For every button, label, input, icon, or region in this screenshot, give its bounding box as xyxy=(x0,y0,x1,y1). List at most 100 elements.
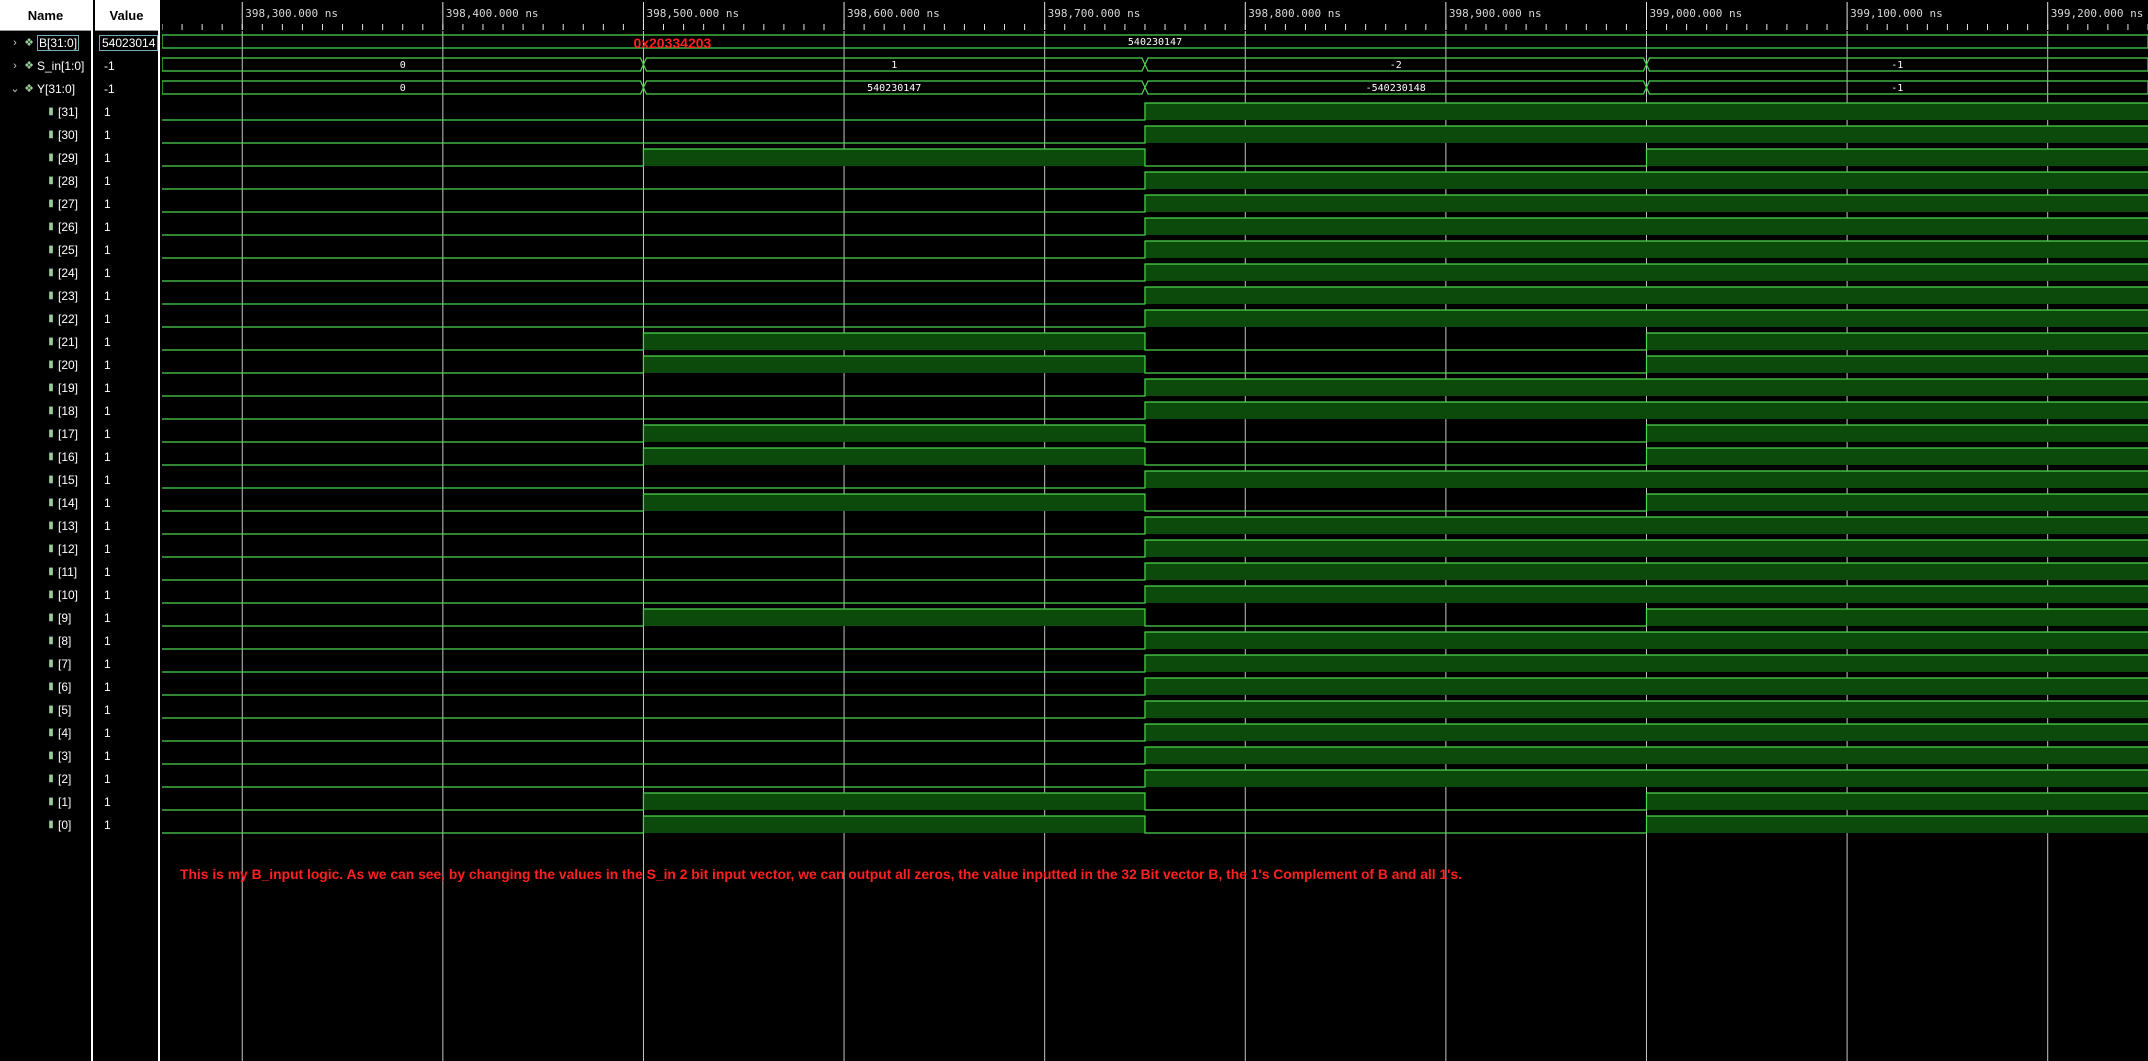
bit-high-fill xyxy=(1646,494,2148,511)
signal-row-bit[interactable]: ▮ [28] xyxy=(0,169,91,192)
signal-row-bit[interactable]: ▮ [6] xyxy=(0,675,91,698)
signal-value-row[interactable]: 1 xyxy=(95,468,158,491)
signal-value-row[interactable]: 1 xyxy=(95,123,158,146)
signal-row-bit[interactable]: ▮ [27] xyxy=(0,192,91,215)
name-column-header[interactable]: Name xyxy=(0,0,91,31)
signal-value-row[interactable]: 1 xyxy=(95,284,158,307)
signal-row-bit[interactable]: ▮ [2] xyxy=(0,767,91,790)
signal-row-bit[interactable]: ▮ [7] xyxy=(0,652,91,675)
signal-row-bus[interactable]: › ❖ B[31:0] xyxy=(0,31,91,54)
value-column: Value 54023014 -1 -1 1 1 1 1 1 1 1 1 1 1 1 1 1 1 1 1 1 1 1 1 1 1… xyxy=(95,0,160,1061)
signal-row-bit[interactable]: ▮ [4] xyxy=(0,721,91,744)
signal-value-row[interactable]: 1 xyxy=(95,606,158,629)
bit-high-fill xyxy=(1646,770,2148,787)
signal-row-bit[interactable]: ▮ [25] xyxy=(0,238,91,261)
signal-value-row[interactable]: 1 xyxy=(95,261,158,284)
signal-row-bit[interactable]: ▮ [0] xyxy=(0,813,91,836)
signal-value-row[interactable]: 1 xyxy=(95,146,158,169)
signal-row-bus[interactable]: ⌄ ❖ Y[31:0] xyxy=(0,77,91,100)
signal-value-row[interactable]: 1 xyxy=(95,238,158,261)
signal-value: 1 xyxy=(104,127,111,142)
signal-row-bit[interactable]: ▮ [22] xyxy=(0,307,91,330)
bit-signal-icon: ▮ xyxy=(48,727,54,738)
signal-row-bit[interactable]: ▮ [14] xyxy=(0,491,91,514)
signal-value: 1 xyxy=(104,702,111,717)
signal-row-bit[interactable]: ▮ [11] xyxy=(0,560,91,583)
signal-value-row[interactable]: 54023014 xyxy=(95,31,159,54)
signal-value-row[interactable]: 1 xyxy=(95,399,158,422)
signal-row-bit[interactable]: ▮ [24] xyxy=(0,261,91,284)
signal-row-bit[interactable]: ▮ [8] xyxy=(0,629,91,652)
bit-high-fill xyxy=(643,494,1145,511)
signal-row-bit[interactable]: ▮ [1] xyxy=(0,790,91,813)
signal-row-bit[interactable]: ▮ [15] xyxy=(0,468,91,491)
signal-value-row[interactable]: 1 xyxy=(95,376,158,399)
waveform-canvas[interactable]: 398,300.000 ns 398,400.000 ns 398,500.000 … xyxy=(162,0,2148,1061)
signal-row-bit[interactable]: ▮ [18] xyxy=(0,399,91,422)
bit-high-fill xyxy=(1144,517,1647,534)
signal-value-row[interactable]: 1 xyxy=(95,652,158,675)
signal-row-bit[interactable]: ▮ [19] xyxy=(0,376,91,399)
chevron-right-icon[interactable]: › xyxy=(9,37,21,49)
signal-row-bit[interactable]: ▮ [10] xyxy=(0,583,91,606)
signal-value-row[interactable]: 1 xyxy=(95,307,158,330)
signal-row-bit[interactable]: ▮ [21] xyxy=(0,330,91,353)
signal-value-row[interactable]: 1 xyxy=(95,330,158,353)
signal-value-row[interactable]: 1 xyxy=(95,514,158,537)
signal-value-row[interactable]: 1 xyxy=(95,422,158,445)
signal-value-row[interactable]: 1 xyxy=(95,813,158,836)
signal-name: [18] xyxy=(58,403,79,418)
signal-value-row[interactable]: 1 xyxy=(95,491,158,514)
signal-value-row[interactable]: 1 xyxy=(95,744,158,767)
signal-value: 1 xyxy=(104,219,111,234)
bit-signal-icon: ▮ xyxy=(48,658,54,669)
signal-row-bit[interactable]: ▮ [31] xyxy=(0,100,91,123)
signal-value-row[interactable]: 1 xyxy=(95,767,158,790)
value-column-header[interactable]: Value xyxy=(95,0,158,31)
bus-signal-icon: ❖ xyxy=(24,83,34,95)
bit-high-fill xyxy=(643,149,1145,166)
bit-signal-icon: ▮ xyxy=(48,152,54,163)
signal-row-bit[interactable]: ▮ [30] xyxy=(0,123,91,146)
signal-row-bus[interactable]: › ❖ S_in[1:0] xyxy=(0,54,91,77)
bit-signal-icon: ▮ xyxy=(48,405,54,416)
signal-value-row[interactable]: 1 xyxy=(95,790,158,813)
signal-value-row[interactable]: 1 xyxy=(95,721,158,744)
signal-name: [19] xyxy=(58,380,79,395)
signal-row-bit[interactable]: ▮ [3] xyxy=(0,744,91,767)
signal-value-row[interactable]: 1 xyxy=(95,698,158,721)
chevron-down-icon[interactable]: ⌄ xyxy=(9,82,21,95)
signal-value: 1 xyxy=(104,748,111,763)
signal-row-bit[interactable]: ▮ [5] xyxy=(0,698,91,721)
signal-row-bit[interactable]: ▮ [17] xyxy=(0,422,91,445)
signal-row-bit[interactable]: ▮ [9] xyxy=(0,606,91,629)
signal-value-row[interactable]: 1 xyxy=(95,215,158,238)
bit-high-fill xyxy=(1646,218,2148,235)
signal-row-bit[interactable]: ▮ [13] xyxy=(0,514,91,537)
signal-value-row[interactable]: 1 xyxy=(95,629,158,652)
signal-row-bit[interactable]: ▮ [16] xyxy=(0,445,91,468)
signal-value: 1 xyxy=(104,242,111,257)
signal-value-row[interactable]: 1 xyxy=(95,560,158,583)
signal-value-row[interactable]: 1 xyxy=(95,583,158,606)
signal-value-row[interactable]: -1 xyxy=(95,54,158,77)
signal-row-bit[interactable]: ▮ [29] xyxy=(0,146,91,169)
bit-high-fill xyxy=(1646,816,2148,833)
signal-row-bit[interactable]: ▮ [12] xyxy=(0,537,91,560)
signal-value: 1 xyxy=(104,380,111,395)
signal-row-bit[interactable]: ▮ [23] xyxy=(0,284,91,307)
chevron-right-icon[interactable]: › xyxy=(9,60,21,72)
bit-high-fill xyxy=(1144,747,1647,764)
signal-value: 1 xyxy=(104,725,111,740)
signal-value-row[interactable]: 1 xyxy=(95,100,158,123)
signal-value-row[interactable]: 1 xyxy=(95,537,158,560)
signal-value-row[interactable]: -1 xyxy=(95,77,158,100)
signal-value-row[interactable]: 1 xyxy=(95,353,158,376)
signal-value-row[interactable]: 1 xyxy=(95,445,158,468)
bit-high-fill xyxy=(1144,586,1647,603)
signal-value-row[interactable]: 1 xyxy=(95,675,158,698)
signal-row-bit[interactable]: ▮ [20] xyxy=(0,353,91,376)
signal-value-row[interactable]: 1 xyxy=(95,169,158,192)
signal-value-row[interactable]: 1 xyxy=(95,192,158,215)
signal-row-bit[interactable]: ▮ [26] xyxy=(0,215,91,238)
